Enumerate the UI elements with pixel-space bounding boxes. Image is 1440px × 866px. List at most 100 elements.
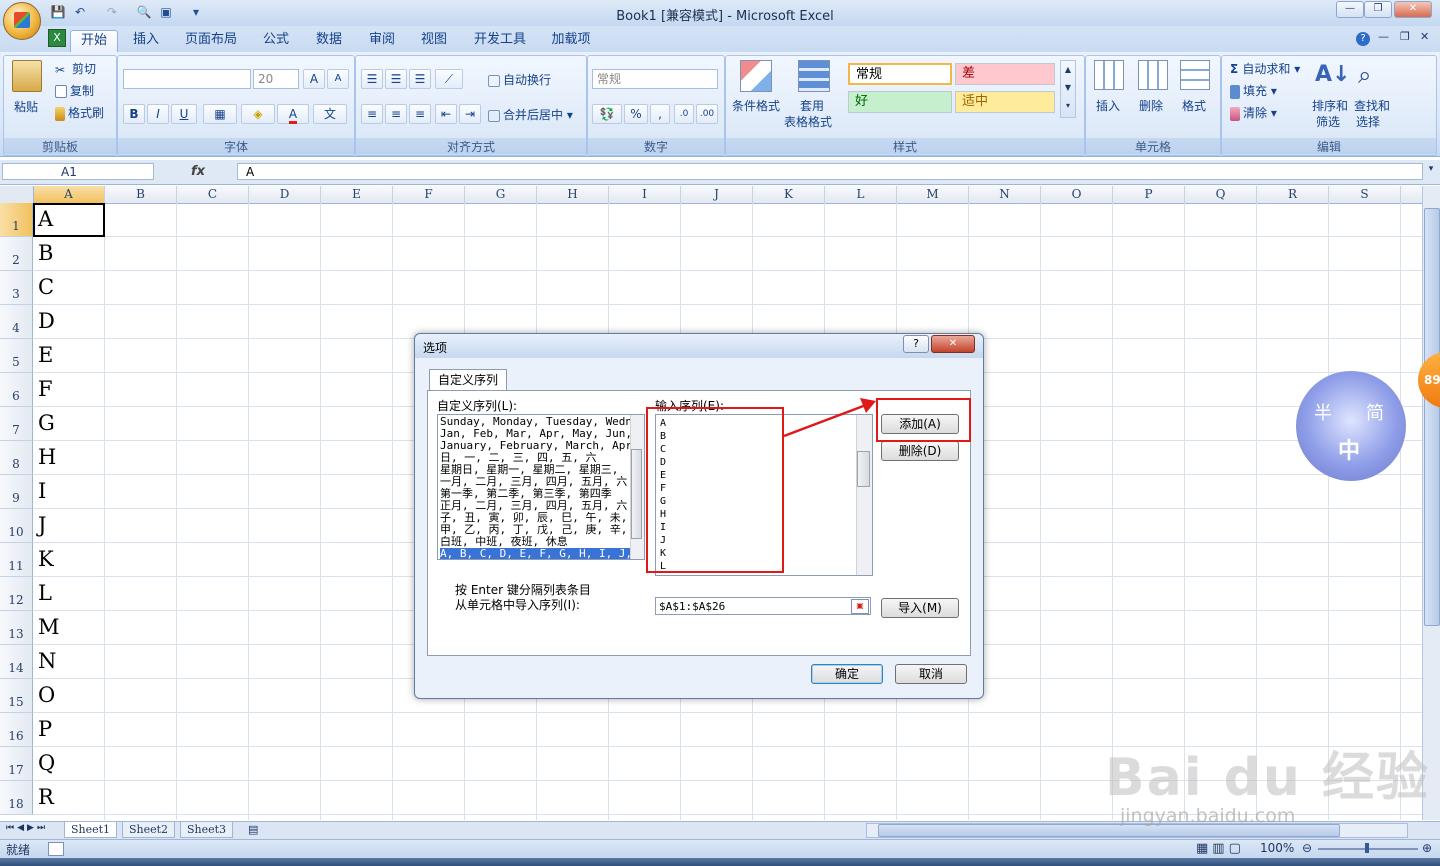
wrap-text-button[interactable]: 自动换行 — [488, 71, 551, 88]
grow-font-button[interactable]: A — [303, 69, 325, 89]
column-header[interactable]: F — [393, 186, 465, 203]
bold-button[interactable]: B — [123, 104, 145, 124]
tab-review[interactable]: 审阅 — [362, 30, 402, 52]
table-format-button-line2[interactable]: 表格格式 — [784, 113, 832, 130]
column-header[interactable]: K — [753, 186, 825, 203]
cell-value[interactable]: L — [38, 581, 52, 605]
cell-value[interactable]: C — [38, 275, 54, 299]
format-painter-button[interactable]: 格式刷 — [55, 104, 104, 121]
tab-data[interactable]: 数据 — [309, 30, 349, 52]
custom-list-item[interactable]: 第一季, 第二季, 第三季, 第四季 — [440, 488, 630, 500]
cell-value[interactable]: M — [38, 615, 60, 639]
copy-button[interactable]: 复制 — [55, 82, 94, 99]
delete-button[interactable]: 删除(D) — [881, 441, 959, 461]
style-neutral[interactable]: 适中 — [955, 91, 1055, 113]
zoom-slider-thumb[interactable] — [1365, 843, 1369, 853]
entries-scroll-thumb[interactable] — [857, 451, 870, 487]
expand-formula-icon[interactable]: ▾ — [1424, 164, 1438, 180]
shrink-font-button[interactable]: A — [327, 69, 349, 89]
fill-button[interactable]: 填充 ▾ — [1230, 82, 1277, 99]
cell-value[interactable]: O — [38, 683, 55, 707]
delete-cells-button[interactable]: 删除 — [1139, 97, 1163, 114]
clear-button[interactable]: 清除 ▾ — [1230, 104, 1277, 121]
cell-value[interactable]: P — [38, 717, 52, 741]
camera-icon[interactable]: ▣ — [158, 4, 174, 20]
tab-view[interactable]: 视图 — [414, 30, 454, 52]
conditional-format-icon[interactable] — [740, 60, 772, 92]
cell-value[interactable]: R — [38, 785, 54, 809]
column-header[interactable]: G — [465, 186, 537, 203]
column-header[interactable]: P — [1113, 186, 1185, 203]
ribbon-close-icon[interactable]: ✕ — [1420, 30, 1429, 43]
align-left-icon[interactable]: ≡ — [361, 104, 383, 124]
tab-add-ins[interactable]: 加载项 — [544, 30, 598, 52]
custom-lists-scroll-thumb[interactable] — [631, 449, 642, 539]
autosum-button[interactable]: Σ 自动求和 ▾ — [1230, 60, 1300, 77]
delete-cells-icon[interactable] — [1138, 60, 1168, 90]
custom-list-item[interactable]: 星期日, 星期一, 星期二, 星期三, — [440, 464, 630, 476]
font-color-button[interactable]: A — [277, 104, 309, 124]
help-icon[interactable]: ? — [1356, 32, 1370, 46]
cut-button[interactable]: ✂ 剪切 — [55, 60, 96, 77]
custom-list-item[interactable]: Sunday, Monday, Tuesday, Wednes — [440, 416, 630, 428]
custom-list-item[interactable]: 正月, 二月, 三月, 四月, 五月, 六 — [440, 500, 630, 512]
column-header[interactable]: A — [33, 186, 105, 203]
cell-value[interactable]: E — [38, 343, 53, 367]
maximize-button[interactable]: ❐ — [1364, 1, 1392, 18]
ribbon-restore-icon[interactable]: ❐ — [1400, 30, 1410, 43]
insert-cells-icon[interactable] — [1094, 60, 1124, 90]
cell-value[interactable]: J — [38, 513, 46, 537]
tab-developer[interactable]: 开发工具 — [468, 30, 532, 52]
table-format-icon[interactable] — [798, 60, 830, 92]
orientation-icon[interactable]: ⟋ — [435, 69, 463, 89]
align-center-icon[interactable]: ≡ — [385, 104, 407, 124]
column-header[interactable]: C — [177, 186, 249, 203]
increase-decimal-icon[interactable]: .0 — [674, 104, 694, 124]
tab-page-layout[interactable]: 页面布局 — [180, 30, 242, 52]
align-bottom-icon[interactable]: ☰ — [409, 69, 431, 89]
column-header[interactable]: H — [537, 186, 609, 203]
percent-button[interactable]: % — [624, 104, 648, 124]
custom-list-item[interactable]: 子, 丑, 寅, 卯, 辰, 巳, 午, 未, — [440, 512, 630, 524]
custom-list-item[interactable]: 白班, 中班, 夜班, 休息 — [440, 536, 630, 548]
cell-value[interactable]: F — [38, 377, 53, 401]
conditional-format-button[interactable]: 条件格式 — [732, 97, 780, 114]
find-select-line1[interactable]: 查找和 — [1354, 97, 1390, 114]
fill-color-button[interactable]: ◈ — [241, 104, 275, 124]
insert-cells-button[interactable]: 插入 — [1096, 97, 1120, 114]
custom-list-item[interactable]: Jan, Feb, Mar, Apr, May, Jun, J — [440, 428, 630, 440]
column-header[interactable]: Q — [1185, 186, 1257, 203]
cell-value[interactable]: D — [38, 309, 55, 333]
style-bad[interactable]: 差 — [955, 63, 1055, 85]
view-mode-icons[interactable]: ▦▥▢ — [1196, 841, 1245, 856]
insert-function-button[interactable]: fx — [160, 162, 236, 182]
cell-value[interactable]: N — [38, 649, 56, 673]
border-button[interactable]: ▦ — [203, 104, 237, 124]
underline-button[interactable]: U — [171, 104, 197, 124]
styles-scroll-icon[interactable]: ▲ ▼ ▾ — [1060, 60, 1076, 118]
tab-formulas[interactable]: 公式 — [256, 30, 296, 52]
decrease-indent-icon[interactable]: ⇤ — [435, 104, 457, 124]
range-picker-icon[interactable]: ▣ — [851, 599, 869, 614]
column-header[interactable]: B — [105, 186, 177, 203]
font-name-combo[interactable] — [123, 69, 251, 89]
column-header[interactable]: R — [1257, 186, 1329, 203]
increase-indent-icon[interactable]: ⇥ — [459, 104, 481, 124]
tab-home[interactable]: 开始 — [70, 30, 118, 53]
cell-value[interactable]: H — [38, 445, 56, 469]
column-header[interactable]: E — [321, 186, 393, 203]
paste-icon[interactable] — [12, 60, 42, 92]
ok-button[interactable]: 确定 — [811, 664, 883, 684]
formula-input[interactable]: A — [237, 163, 1423, 180]
column-header[interactable]: I — [609, 186, 681, 203]
column-header[interactable]: N — [969, 186, 1041, 203]
custom-list-item[interactable]: A, B, C, D, E, F, G, H, I, J, K — [440, 548, 630, 559]
zoom-in-icon[interactable]: ⊕ — [1422, 841, 1432, 855]
sort-filter-line1[interactable]: 排序和 — [1312, 97, 1348, 114]
style-normal[interactable]: 常规 — [848, 63, 952, 85]
custom-list-item[interactable]: 甲, 乙, 丙, 丁, 戊, 己, 庚, 辛, — [440, 524, 630, 536]
currency-icon[interactable]: 💱 — [592, 104, 622, 124]
undo-icon[interactable]: ↶ — [72, 4, 88, 20]
vertical-scroll-thumb[interactable] — [1424, 208, 1440, 626]
align-top-icon[interactable]: ☰ — [361, 69, 383, 89]
